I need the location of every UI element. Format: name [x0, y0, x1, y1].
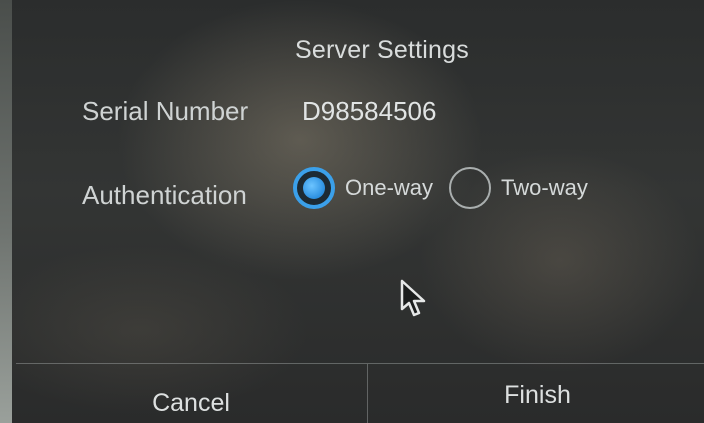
authentication-label: Authentication: [82, 180, 247, 210]
radio-unchecked-icon[interactable]: [449, 167, 492, 209]
cancel-button[interactable]: Cancel: [16, 364, 366, 423]
screen: Server Settings Serial Number D98584506 …: [0, 0, 704, 423]
serial-number-label: Serial Number: [82, 96, 249, 126]
radio-one-way-label: One-way: [345, 175, 434, 200]
serial-number-value: D98584506: [302, 96, 437, 126]
mouse-pointer-icon: [400, 279, 426, 317]
background-edge: [0, 0, 12, 423]
dialog-footer: Cancel Finish: [16, 363, 704, 423]
server-settings-dialog: Server Settings Serial Number D98584506 …: [12, 0, 704, 423]
radio-two-way[interactable]: Two-way: [449, 167, 588, 209]
radio-checked-icon[interactable]: [293, 167, 335, 209]
radio-one-way[interactable]: One-way: [293, 167, 433, 209]
authentication-radio-group: One-way Two-way: [293, 167, 604, 209]
radio-two-way-label: Two-way: [501, 175, 588, 200]
dialog-title: Server Settings: [295, 36, 469, 64]
finish-button[interactable]: Finish: [367, 364, 704, 423]
